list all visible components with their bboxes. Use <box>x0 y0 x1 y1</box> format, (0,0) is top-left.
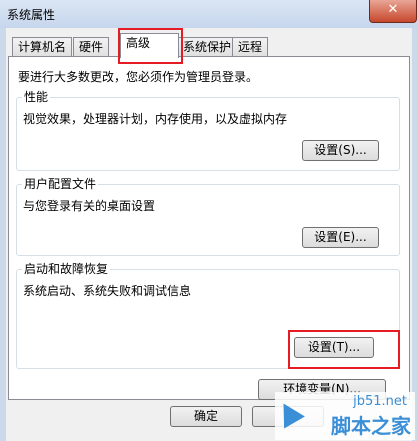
dialog-body: 计算机名 硬件 高级 系统保护 远程 要进行大多数更改，您必须作为管理员登录。 … <box>6 28 412 441</box>
tab-highlight-box <box>118 28 183 64</box>
tab-system-protection[interactable]: 系统保护 <box>177 37 238 56</box>
performance-settings-button[interactable]: 设置(S)... <box>302 140 379 161</box>
watermark: jb51.net 脚本之家 <box>273 392 415 440</box>
user-profiles-settings-button[interactable]: 设置(E)... <box>302 227 379 248</box>
group-startup-recovery-desc: 系统启动、系统失败和调试信息 <box>23 284 192 298</box>
tab-hardware[interactable]: 硬件 <box>73 37 110 56</box>
group-user-profiles-desc: 与您登录有关的桌面设置 <box>23 199 156 213</box>
watermark-url: jb51.net <box>353 394 407 409</box>
admin-note: 要进行大多数更改，您必须作为管理员登录。 <box>18 70 259 84</box>
tab-remote[interactable]: 远程 <box>232 37 269 56</box>
group-performance-title: 性能 <box>22 90 51 104</box>
group-user-profiles-title: 用户配置文件 <box>22 177 99 191</box>
group-performance-desc: 视觉效果，处理器计划，内存使用，以及虚拟内存 <box>23 112 288 126</box>
title-bar: 系统属性 ✕ <box>0 0 417 28</box>
settings-highlight-box <box>288 330 400 369</box>
site-logo-icon <box>273 397 305 429</box>
ok-button[interactable]: 确定 <box>170 406 242 427</box>
watermark-text: 脚本之家 <box>331 414 411 438</box>
close-button[interactable]: ✕ <box>369 0 417 23</box>
tab-computer-name[interactable]: 计算机名 <box>12 37 73 56</box>
group-user-profiles: 用户配置文件 与您登录有关的桌面设置 设置(E)... <box>16 177 400 256</box>
tab-panel-advanced: 要进行大多数更改，您必须作为管理员登录。 性能 视觉效果，处理器计划，内存使用，… <box>8 56 410 400</box>
group-performance: 性能 视觉效果，处理器计划，内存使用，以及虚拟内存 设置(S)... <box>16 90 400 171</box>
window-title: 系统属性 <box>7 8 56 22</box>
group-startup-recovery-title: 启动和故障恢复 <box>22 262 111 276</box>
